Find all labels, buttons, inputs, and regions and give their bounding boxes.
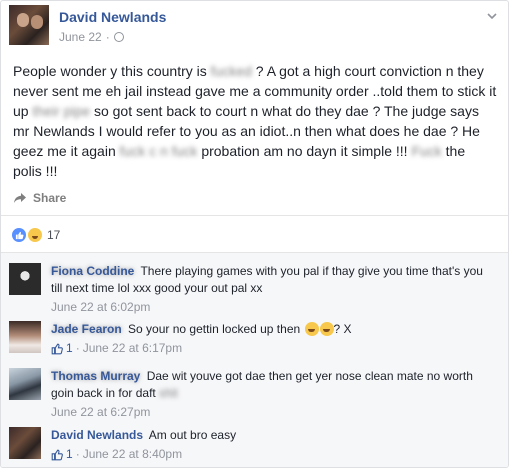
comment-time[interactable]: June 22 at 8:40pm [83,446,182,463]
comment-time[interactable]: June 22 at 6:02pm [51,299,150,316]
author-avatar[interactable] [9,5,49,45]
commenter-avatar[interactable] [9,368,41,400]
commenter-name[interactable]: Jade Fearon [51,322,122,336]
laughing-emoji-icon [319,322,334,336]
thumbs-up-icon[interactable] [51,343,63,355]
comment-text-line: Jade Fearon So your no gettin locked up … [51,321,491,338]
comment-time[interactable]: June 22 at 6:17pm [83,340,182,357]
comment-text: Am out bro easy [148,428,237,442]
commenter-avatar[interactable] [9,321,41,353]
comment-meta: 1 · June 22 at 8:40pm [51,446,491,463]
share-label: Share [33,191,67,205]
laughing-emoji-icon [304,322,319,336]
post-text-segment: probation am no dayn it simple !!! [197,143,412,159]
comment-text-blurred: shit [159,386,178,400]
post-header: David Newlands June 22 · [9,5,499,49]
post-date[interactable]: June 22 [59,30,102,44]
comment-text-suffix: ? X [333,322,352,336]
comment-time[interactable]: June 22 at 6:27pm [51,404,150,421]
commenter-name[interactable]: Thomas Murray [51,369,140,383]
like-reaction-icon [11,227,27,243]
comment-text-line: David Newlands Am out bro easy [51,427,491,444]
comment-meta: 1 · June 22 at 6:17pm [51,340,491,357]
post-text-blurred: fucked [210,63,252,79]
post-text-segment: People wonder y this country is [13,63,211,79]
commenter-avatar[interactable] [9,263,41,295]
comment-text-line: Fiona Coddine There playing games with y… [51,263,491,297]
share-button[interactable]: Share [13,191,66,205]
reaction-count[interactable]: 17 [47,228,60,242]
comment-text-line: Thomas Murray Dae wit youve got dae then… [51,368,491,402]
facebook-post-card: David Newlands June 22 · People wonder y… [0,0,509,468]
meta-separator: · [105,30,110,44]
commenter-avatar[interactable] [9,427,41,459]
post-text-blurred: fuck c n fuck [119,143,198,159]
reactions-summary[interactable]: 17 [11,227,60,243]
chevron-down-icon[interactable] [485,9,499,23]
comment-text: So your no gettin locked up then [128,322,301,336]
comment-meta: June 22 at 6:27pm [51,404,491,421]
meta-separator: · [75,447,80,461]
meta-separator: · [75,341,80,355]
share-arrow-icon [14,193,26,203]
comments-section: Fiona Coddine There playing games with y… [1,253,508,467]
author-name[interactable]: David Newlands [59,9,166,25]
post-meta: June 22 · [59,30,124,44]
comment-like-count[interactable]: 1 [66,446,73,463]
commenter-name[interactable]: David Newlands [51,428,143,442]
globe-icon [113,32,124,42]
comment-meta: June 22 at 6:02pm [51,299,491,316]
comment-like-count[interactable]: 1 [66,340,73,357]
post-text-blurred: their pipe [32,103,91,119]
haha-reaction-icon [27,227,43,243]
divider [1,215,508,216]
thumbs-up-icon[interactable] [51,449,63,461]
commenter-name[interactable]: Fiona Coddine [51,264,134,278]
post-text-blurred: Fuck [411,143,442,159]
post-body-text: People wonder y this country is fucked ?… [13,61,497,181]
